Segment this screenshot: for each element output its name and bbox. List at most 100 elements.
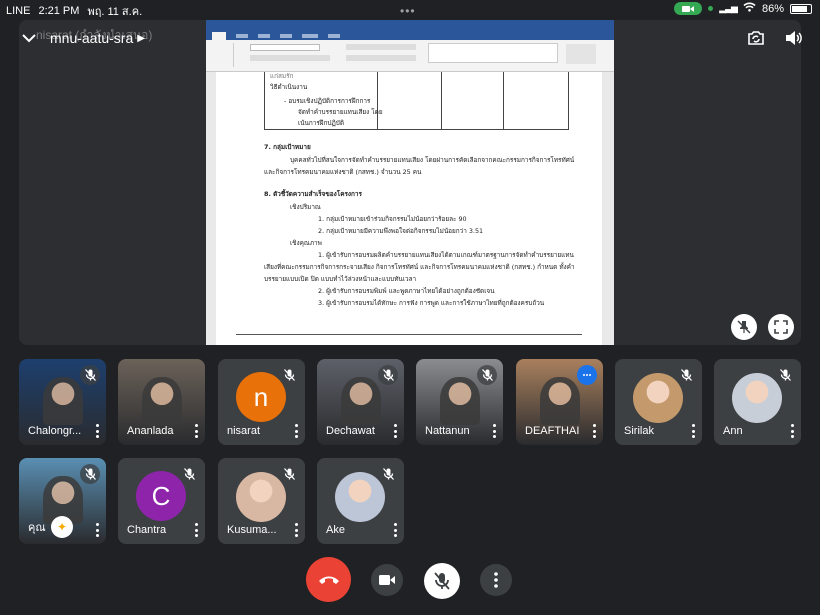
avatar: n: [236, 372, 286, 422]
more-vertical-icon[interactable]: [692, 424, 696, 438]
end-call-button[interactable]: [306, 557, 351, 602]
word-title-bar: [206, 20, 614, 32]
mic-off-icon: [434, 572, 450, 590]
doc-line: 2. กลุ่มเป้าหมายมีความพึงพอใจต่อกิจกรรมไ…: [318, 227, 484, 235]
speaker-icon: [786, 31, 802, 45]
mic-off-icon: [680, 369, 692, 381]
avatar: [732, 373, 782, 423]
doc-line: บุคคลทั่วไปที่สนใจการจัดทำคำบรรยายแทนเสี…: [290, 156, 575, 164]
avatar: [236, 472, 286, 522]
participant-tile[interactable]: Ann: [714, 359, 801, 445]
avatar: C: [136, 471, 186, 521]
video-feed: [540, 377, 580, 425]
video-camera-icon: [379, 575, 395, 585]
doc-heading: 7. กลุ่มเป้าหมาย: [264, 143, 311, 151]
more-vertical-icon[interactable]: [295, 523, 299, 537]
status-time: 2:21 PM: [38, 5, 80, 17]
participant-tile[interactable]: DEAFTHAI: [516, 359, 603, 445]
wifi-icon: [743, 2, 756, 15]
fullscreen-button[interactable]: [768, 314, 794, 340]
avatar-initial: C: [151, 480, 171, 511]
participant-tile[interactable]: Ake: [317, 458, 404, 544]
more-vertical-icon[interactable]: [593, 424, 597, 438]
mic-off-icon: [84, 369, 96, 381]
participant-name: Ake: [326, 524, 345, 536]
doc-line: แก่สมรัก: [270, 72, 294, 80]
mic-toggle-button[interactable]: [424, 563, 460, 599]
doc-line: บรรยายแบบเปิด ปิด แบบทำไว้ล่วงหน้าและแบบ…: [264, 275, 417, 283]
chevron-down-icon[interactable]: [22, 30, 36, 46]
participant-name: Chalongr...: [28, 425, 82, 437]
mic-off-icon: [779, 369, 791, 381]
doc-line: เน้นการฝึกปฏิบัติ: [298, 119, 344, 127]
participant-name: Nattanun: [425, 425, 470, 437]
more-vertical-icon[interactable]: [394, 523, 398, 537]
doc-divider: [236, 334, 582, 335]
camera-in-use-icon: [674, 2, 703, 15]
shared-word-document: แก่สมรัก วิธีดำเนินงาน - อบรมเชิงปฏิบัติ…: [206, 20, 614, 345]
more-vertical-icon[interactable]: [493, 424, 497, 438]
muted-indicator: [179, 464, 199, 484]
effects-button[interactable]: ✦: [51, 516, 73, 538]
meeting-code[interactable]: mnu-aatu-sra: [50, 30, 133, 46]
unpin-button[interactable]: [731, 314, 757, 340]
more-vertical-icon[interactable]: [195, 523, 199, 537]
camera-toggle-button[interactable]: [371, 564, 403, 596]
participant-name: nisarat: [227, 425, 261, 437]
participant-tile[interactable]: C Chantra: [118, 458, 205, 544]
mic-off-icon: [481, 369, 493, 381]
cellular-icon: ▂▃▅: [719, 3, 738, 13]
avatar: [335, 472, 385, 522]
participant-tile[interactable]: Nattanun: [416, 359, 503, 445]
participant-name: Ann: [723, 425, 743, 437]
muted-indicator: [80, 464, 100, 484]
presentation-stage[interactable]: แก่สมรัก วิธีดำเนินงาน - อบรมเชิงปฏิบัติ…: [19, 20, 801, 345]
doc-line: 3. ผู้เข้ารับการอบรมได้ทักษะ การฟัง การพ…: [318, 299, 545, 307]
participant-name: Kusuma...: [227, 524, 277, 536]
more-vertical-icon[interactable]: [96, 424, 100, 438]
doc-line: วิธีดำเนินงาน: [270, 83, 308, 91]
mic-off-icon: [283, 369, 295, 381]
video-feed: [142, 377, 182, 425]
switch-camera-button[interactable]: [746, 28, 766, 48]
mic-off-icon: [382, 468, 394, 480]
chevron-right-icon: ▶: [137, 32, 145, 44]
participant-name: Sirilak: [624, 425, 654, 437]
muted-indicator: [378, 464, 398, 484]
word-ribbon-tabs: [206, 32, 614, 40]
switch-camera-icon: [748, 31, 764, 45]
participant-tile[interactable]: Dechawat: [317, 359, 404, 445]
more-vertical-icon[interactable]: [791, 424, 795, 438]
doc-heading: 8. ตัวชี้วัดความสำเร็จของโครงการ: [264, 190, 362, 198]
doc-line: และกิจการโทรคมนาคมแห่งชาติ (กสทช.) จำนวน…: [264, 168, 422, 176]
muted-indicator: [477, 365, 497, 385]
more-vertical-icon[interactable]: [394, 424, 398, 438]
participant-tile[interactable]: Chalongr...: [19, 359, 106, 445]
muted-indicator: [378, 365, 398, 385]
participant-tile[interactable]: Kusuma...: [218, 458, 305, 544]
multitask-dots-icon[interactable]: •••: [400, 4, 416, 18]
doc-line: - อบรมเชิงปฏิบัติการการฝึกการ: [284, 97, 371, 105]
participant-name: Chantra: [127, 524, 167, 536]
participant-tile[interactable]: Ananlada: [118, 359, 205, 445]
status-date: พฤ. 11 ส.ค.: [87, 6, 143, 18]
mic-off-icon: [382, 369, 394, 381]
doc-line: 1. ผู้เข้ารับการอบรมผลิตคำบรรยายแทนเสียง…: [318, 251, 574, 259]
more-vertical-icon: [494, 572, 498, 588]
phone-hangup-icon: [318, 576, 339, 584]
audio-output-button[interactable]: [784, 28, 804, 48]
participant-tile[interactable]: Sirilak: [615, 359, 702, 445]
document-page: แก่สมรัก วิธีดำเนินงาน - อบรมเชิงปฏิบัติ…: [216, 72, 602, 345]
more-vertical-icon[interactable]: [295, 424, 299, 438]
participant-tile[interactable]: ✦ คุณ: [19, 458, 106, 544]
fullscreen-icon: [774, 320, 788, 334]
participant-tile[interactable]: n nisarat: [218, 359, 305, 445]
battery-icon: [790, 3, 812, 14]
more-vertical-icon[interactable]: [195, 424, 199, 438]
more-options-button[interactable]: [480, 564, 512, 596]
more-vertical-icon[interactable]: [96, 523, 100, 537]
meeting-header: mnu-aatu-sra ▶: [22, 30, 145, 46]
doc-line: 1. กลุ่มเป้าหมายเข้าร่วมกิจกรรมไม่น้อยกว…: [318, 215, 467, 223]
word-ribbon: [206, 40, 614, 72]
signal-dot-icon: [708, 6, 714, 11]
